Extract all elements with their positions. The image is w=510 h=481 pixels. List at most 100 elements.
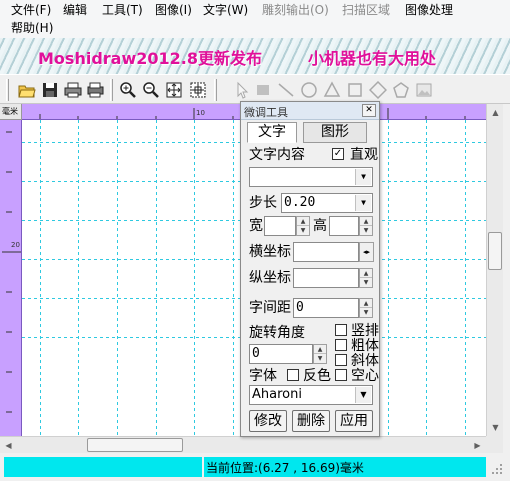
intuitive-label: 直观 [350, 147, 378, 163]
toolbar-grip[interactable] [6, 79, 9, 101]
resize-grip-icon[interactable] [490, 462, 504, 476]
step-dropdown-icon[interactable]: ▼ [355, 195, 371, 211]
scroll-up-icon[interactable]: ▲ [487, 104, 504, 121]
invert-checkbox[interactable] [287, 369, 299, 381]
step-value: 0.20 [284, 195, 316, 210]
hpos-stepper[interactable]: ◂▸ [359, 242, 374, 262]
rotate-value: 0 [252, 346, 260, 361]
spacing-label: 字间距 [249, 300, 291, 316]
vertical-checkbox[interactable] [335, 324, 347, 336]
toolbar-separator-2 [214, 79, 217, 101]
toolbar-separator [110, 79, 113, 101]
spacing-value: 0 [296, 300, 304, 315]
hollow-checkbox[interactable] [335, 369, 347, 381]
rotate-stepper[interactable]: ▲ ▼ [313, 344, 327, 364]
zoom-out-icon[interactable] [140, 79, 162, 101]
chevron-down-icon[interactable]: ▼ [355, 169, 371, 185]
intuitive-checkbox[interactable]: ✓ [332, 148, 344, 160]
vpos-label: 纵坐标 [249, 270, 291, 286]
vertical-scroll-thumb[interactable] [488, 232, 502, 270]
ruler-unit-label: 毫米 [2, 107, 18, 116]
delete-button[interactable]: 删除 [292, 410, 330, 432]
banner: Moshidraw2012.8更新发布 小机器也有大用处 [0, 38, 510, 74]
ruler-h-label: 10 [196, 109, 205, 117]
fit-selection-icon[interactable] [187, 79, 209, 101]
menu-help[interactable]: 帮助(H) [11, 20, 53, 36]
zoom-in-icon[interactable] [117, 79, 139, 101]
fit-page-icon[interactable] [163, 79, 185, 101]
height-input[interactable] [329, 216, 359, 236]
print-preview-icon[interactable] [85, 79, 107, 101]
step-label: 步长 [249, 195, 277, 211]
toolbar [0, 74, 510, 104]
cursor-position: 当前位置:(6.27 , 16.69)毫米 [206, 461, 364, 475]
font-select[interactable]: Aharoni ▼ [249, 385, 373, 405]
ruler-v-label: 20 [11, 241, 20, 249]
vpos-input[interactable] [293, 268, 359, 288]
vertical-scrollbar[interactable]: ▲ ▼ [486, 104, 503, 436]
height-stepper[interactable]: ▲ ▼ [359, 216, 373, 236]
menu-image[interactable]: 图像(I) [155, 2, 192, 18]
width-label: 宽 [249, 218, 263, 234]
menu-file[interactable]: 文件(F) [11, 2, 51, 18]
font-label: 字体 [249, 368, 277, 384]
height-label: 高 [313, 218, 327, 234]
banner-left-text: Moshidraw2012.8更新发布 [38, 49, 262, 68]
spacing-input[interactable]: 0 [293, 298, 359, 318]
tab-shape[interactable]: 图形 [303, 122, 367, 143]
width-input[interactable] [264, 216, 296, 236]
square-icon[interactable] [344, 79, 366, 101]
fine-tune-panel: 微调工具 ✕ 文字 图形 文字内容 ✓ 直观 ▼ 步长 0.20 ▼ 宽 ▲ ▼ … [240, 101, 380, 437]
invert-label: 反色 [303, 368, 331, 384]
print-icon[interactable] [62, 79, 84, 101]
panel-title: 微调工具 [244, 106, 288, 119]
line-icon[interactable] [275, 79, 297, 101]
font-dropdown-icon[interactable]: ▼ [355, 387, 371, 403]
text-content-input[interactable]: ▼ [249, 167, 373, 187]
hpos-input[interactable] [293, 242, 359, 262]
italic-checkbox[interactable] [335, 354, 347, 366]
step-select[interactable]: 0.20 ▼ [281, 193, 373, 213]
window-frame [503, 104, 510, 481]
open-folder-icon[interactable] [16, 79, 38, 101]
scrollbar-corner [486, 436, 503, 453]
save-icon[interactable] [39, 79, 61, 101]
image-icon[interactable] [413, 79, 435, 101]
tab-text[interactable]: 文字 [247, 122, 297, 143]
rotate-input[interactable]: 0 [249, 344, 313, 364]
horizontal-scroll-thumb[interactable] [87, 438, 183, 452]
triangle-icon[interactable] [321, 79, 343, 101]
horizontal-scrollbar[interactable]: ◀ ▶ [0, 436, 486, 453]
text-content-label: 文字内容 [249, 147, 305, 163]
select-arrow-icon[interactable] [232, 79, 254, 101]
circle-icon[interactable] [298, 79, 320, 101]
menu-scan-area[interactable]: 扫描区域 [342, 2, 390, 18]
panel-title-bar[interactable]: 微调工具 ✕ [241, 102, 379, 120]
vertical-ruler: 20 [0, 120, 22, 436]
scroll-down-icon[interactable]: ▼ [487, 419, 504, 436]
close-icon[interactable]: ✕ [362, 104, 376, 117]
rectangle-icon[interactable] [252, 79, 274, 101]
vpos-stepper[interactable]: ▲ ▼ [359, 268, 373, 288]
menu-engrave-output[interactable]: 雕刻输出(O) [262, 2, 329, 18]
menu-edit[interactable]: 编辑 [63, 2, 87, 18]
bold-checkbox[interactable] [335, 339, 347, 351]
width-stepper[interactable]: ▲ ▼ [296, 216, 310, 236]
menu-bar: 文件(F) 编辑 工具(T) 图像(I) 文字(W) 雕刻输出(O) 扫描区域 … [0, 0, 510, 38]
ruler-unit: 毫米 [0, 104, 22, 120]
hpos-label: 横坐标 [249, 244, 291, 260]
scroll-left-icon[interactable]: ◀ [0, 437, 17, 454]
spacing-stepper[interactable]: ▲ ▼ [359, 298, 373, 318]
menu-image-process[interactable]: 图像处理 [405, 2, 453, 18]
font-value: Aharoni [252, 387, 302, 402]
hollow-label: 空心 [351, 368, 379, 384]
rotate-label: 旋转角度 [249, 325, 305, 341]
apply-button[interactable]: 应用 [335, 410, 373, 432]
menu-tools[interactable]: 工具(T) [102, 2, 143, 18]
diamond-icon[interactable] [367, 79, 389, 101]
modify-button[interactable]: 修改 [249, 410, 287, 432]
menu-text[interactable]: 文字(W) [203, 2, 248, 18]
pentagon-icon[interactable] [390, 79, 412, 101]
status-cell-left [4, 457, 202, 477]
scroll-right-icon[interactable]: ▶ [469, 437, 486, 454]
